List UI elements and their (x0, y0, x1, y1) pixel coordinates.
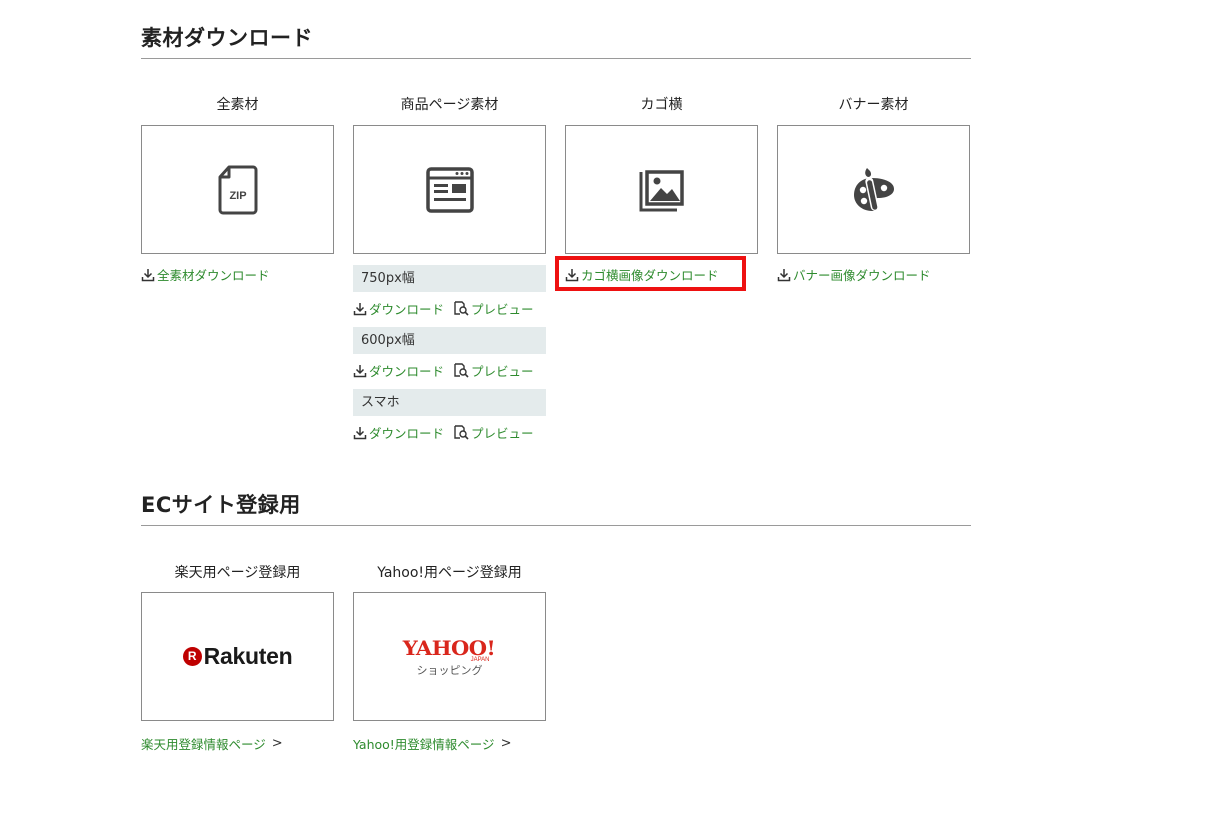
download-icon (777, 268, 791, 281)
preview-600-link[interactable]: プレビュー (453, 361, 534, 380)
all-materials-download-label: 全素材ダウンロード (157, 268, 270, 283)
section-divider (141, 58, 971, 59)
download-label: ダウンロード (369, 364, 445, 379)
download-icon (565, 268, 579, 281)
chevron-right-icon: > (271, 736, 283, 751)
cart-side-download-link[interactable]: カゴ横画像ダウンロード (565, 265, 719, 284)
download-label: ダウンロード (369, 302, 445, 317)
download-600-link[interactable]: ダウンロード (353, 361, 444, 380)
preview-smartphone-link[interactable]: プレビュー (453, 423, 534, 442)
download-icon (353, 364, 367, 377)
card-caption-all: 全素材 (216, 97, 259, 113)
cart-side-download-label: カゴ横画像ダウンロード (581, 268, 719, 283)
zip-file-icon: ZIP (218, 165, 257, 214)
size-row-label: 750px幅 (361, 271, 415, 286)
rakuten-registration-link[interactable]: 楽天用登録情報ページ > (141, 734, 283, 753)
all-materials-download-link[interactable]: 全素材ダウンロード (141, 265, 270, 284)
preview-750-link[interactable]: プレビュー (453, 299, 534, 318)
card-caption-cart-side: カゴ横 (640, 97, 683, 113)
preview-label: プレビュー (471, 364, 534, 379)
size-row-smartphone: スマホ (353, 389, 546, 416)
card-banner (777, 125, 970, 254)
download-icon (353, 302, 367, 315)
download-icon (353, 426, 367, 439)
download-smartphone-link[interactable]: ダウンロード (353, 423, 444, 442)
size-row-600-actions: ダウンロード プレビュー (353, 361, 543, 380)
card-product-page (353, 125, 546, 254)
section-title-download: 素材ダウンロード (141, 26, 313, 50)
section-title-ec: ECサイト登録用 (141, 493, 301, 517)
yahoo-registration-link[interactable]: Yahoo!用登録情報ページ > (353, 734, 511, 753)
size-row-750: 750px幅 (353, 265, 546, 292)
preview-icon (454, 363, 469, 378)
yahoo-registration-label: Yahoo!用登録情報ページ (353, 737, 495, 752)
card-all-materials: ZIP (141, 125, 334, 254)
rakuten-logo-text: Rakuten (203, 643, 293, 669)
size-row-600: 600px幅 (353, 327, 546, 354)
chevron-right-icon: > (500, 736, 512, 751)
size-row-750-actions: ダウンロード プレビュー (353, 299, 543, 318)
card-caption-rakuten: 楽天用ページ登録用 (174, 565, 301, 581)
download-icon (141, 268, 155, 281)
card-caption-yahoo: Yahoo!用ページ登録用 (377, 565, 522, 581)
rakuten-logo: R Rakuten (182, 643, 293, 670)
banner-download-link[interactable]: バナー画像ダウンロード (777, 265, 931, 284)
preview-label: プレビュー (471, 426, 534, 441)
card-yahoo[interactable]: YAHOO! JAPAN ショッピング (353, 592, 546, 721)
image-gallery-icon (639, 169, 684, 211)
section-divider (141, 525, 971, 526)
banner-download-label: バナー画像ダウンロード (793, 268, 931, 283)
size-row-label: 600px幅 (361, 333, 415, 348)
card-caption-banner: バナー素材 (838, 97, 909, 113)
preview-icon (454, 425, 469, 440)
download-label: ダウンロード (369, 426, 445, 441)
rakuten-registration-label: 楽天用登録情報ページ (141, 737, 266, 752)
yahoo-logo-text: YAHOO! (403, 635, 496, 660)
card-rakuten[interactable]: R Rakuten (141, 592, 334, 721)
download-750-link[interactable]: ダウンロード (353, 299, 444, 318)
rakuten-logo-mark: R (182, 647, 202, 666)
card-caption-product-page: 商品ページ素材 (400, 97, 499, 113)
size-row-label: スマホ (361, 395, 400, 410)
card-cart-side (565, 125, 758, 254)
preview-icon (454, 301, 469, 316)
size-row-smartphone-actions: ダウンロード プレビュー (353, 423, 543, 442)
preview-label: プレビュー (471, 302, 534, 317)
web-page-icon (425, 166, 474, 213)
yahoo-logo-caption: ショッピング (416, 663, 483, 677)
palette-icon (853, 167, 894, 211)
svg-text:ZIP: ZIP (229, 190, 246, 202)
yahoo-shopping-logo: YAHOO! JAPAN ショッピング (403, 635, 496, 677)
